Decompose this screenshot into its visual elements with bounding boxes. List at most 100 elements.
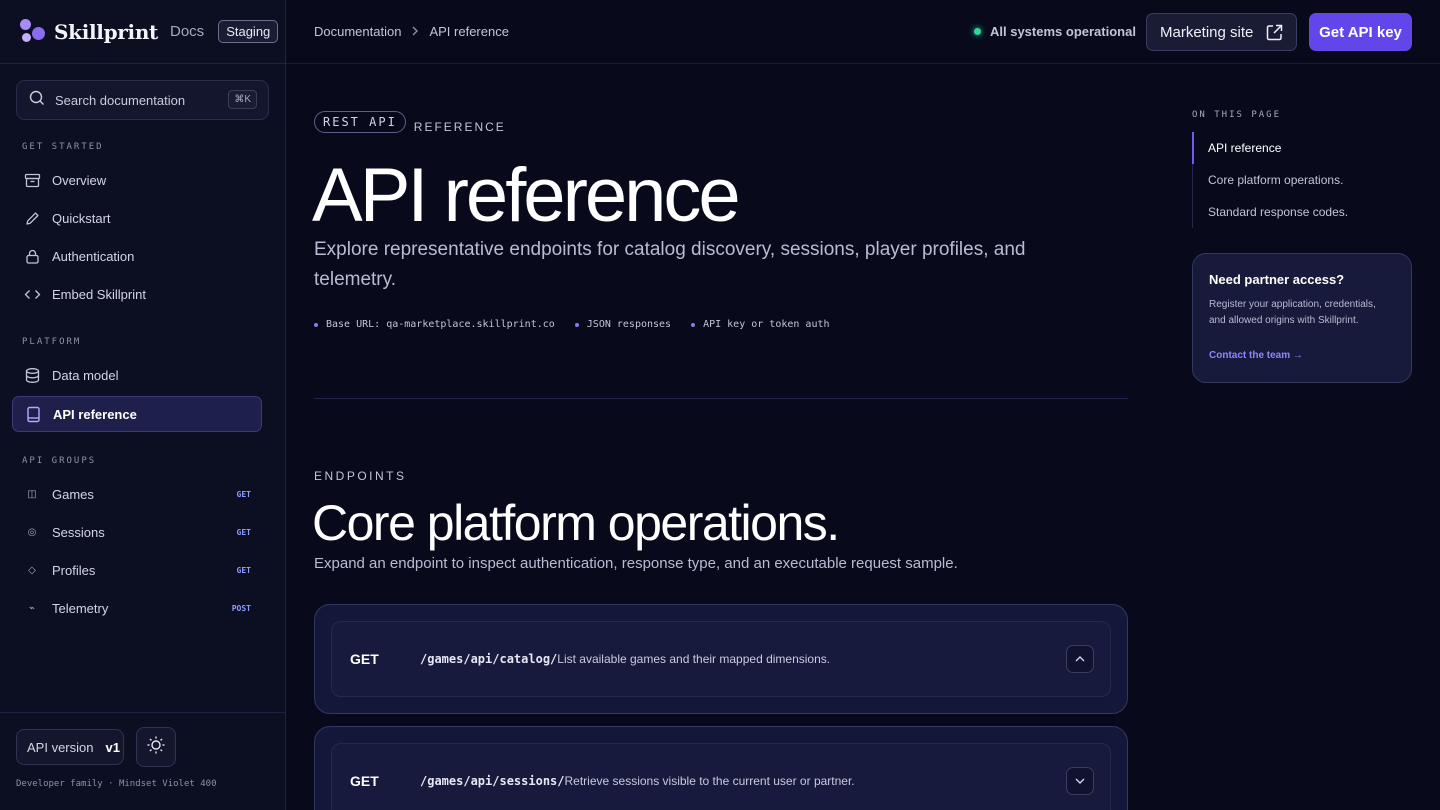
endpoints-title: Core platform operations. bbox=[312, 495, 840, 551]
sidebar-item-label: Sessions bbox=[52, 524, 105, 540]
expand-endpoint-button[interactable] bbox=[1066, 767, 1094, 795]
pencil-icon bbox=[23, 209, 41, 227]
endpoints-eyebrow: ENDPOINTS bbox=[314, 469, 407, 483]
brand-docs-label: Docs bbox=[170, 23, 205, 40]
lock-icon bbox=[23, 247, 41, 265]
page-lead: Explore representative endpoints for cat… bbox=[314, 239, 1026, 290]
sidebar-item-telemetry[interactable]: ⌁ Telemetry POST bbox=[12, 590, 262, 626]
sidebar-item-label: Data model bbox=[52, 367, 119, 383]
endpoint-path: /games/api/catalog/ bbox=[420, 652, 558, 666]
sidebar-item-label: Games bbox=[52, 486, 94, 502]
sidebar-item-data-model[interactable]: Data model bbox=[12, 357, 262, 393]
breadcrumb-api-reference: API reference bbox=[429, 24, 509, 39]
collapse-endpoint-button[interactable] bbox=[1066, 645, 1094, 673]
brand-name[interactable]: Skillprint bbox=[54, 20, 158, 44]
skillprint-logo-icon[interactable] bbox=[20, 18, 46, 45]
sidebar-item-label: Profiles bbox=[52, 562, 96, 578]
sidebar-item-label: API reference bbox=[53, 406, 137, 422]
toc-item-response-codes[interactable]: Standard response codes. bbox=[1193, 196, 1412, 228]
archive-icon bbox=[23, 171, 41, 189]
endpoint-method: GET bbox=[350, 651, 379, 667]
sun-icon bbox=[146, 735, 166, 760]
search-icon bbox=[29, 90, 45, 111]
code-icon bbox=[23, 285, 41, 303]
sidebar-item-authentication[interactable]: Authentication bbox=[12, 238, 262, 274]
sidebar-item-label: Telemetry bbox=[52, 600, 109, 616]
external-link-icon bbox=[1265, 23, 1284, 46]
endpoint-card: GET /games/api/sessions/ Retrieve sessio… bbox=[314, 726, 1128, 810]
chevron-down-icon bbox=[1075, 772, 1085, 790]
meta-auth: API key or token auth bbox=[691, 319, 829, 330]
database-icon bbox=[23, 366, 41, 384]
sidebar-item-label: Embed Skillprint bbox=[52, 286, 146, 302]
sidebar-item-label: Quickstart bbox=[52, 210, 111, 226]
partner-title: Need partner access? bbox=[1209, 272, 1345, 287]
get-api-key-button[interactable]: Get API key bbox=[1309, 13, 1412, 51]
search-shortcut-badge: ⌘K bbox=[228, 90, 257, 109]
sidebar-item-api-reference[interactable]: API reference bbox=[12, 396, 262, 432]
marketing-site-button[interactable]: Marketing site bbox=[1146, 13, 1297, 51]
status-dot-icon bbox=[974, 28, 981, 35]
endpoint-summary: /games/api/catalog/ List available games… bbox=[420, 652, 830, 666]
partner-access-card: Need partner access? Register your appli… bbox=[1192, 253, 1412, 383]
sidebar-item-label: Overview bbox=[52, 172, 107, 188]
sidebar-item-overview[interactable]: Overview bbox=[12, 162, 262, 198]
sidebar-item-games[interactable]: ◫ Games GET bbox=[12, 476, 262, 512]
endpoint-method: GET bbox=[350, 773, 379, 789]
section-divider bbox=[314, 398, 1128, 399]
meta-base-url: Base URL: qa-marketplace.skillprint.co bbox=[314, 319, 555, 330]
endpoint-card: GET /games/api/catalog/ List available g… bbox=[314, 604, 1128, 714]
breadcrumb: Documentation API reference bbox=[314, 24, 509, 39]
partner-body: Register your application, credentials, … bbox=[1209, 299, 1376, 326]
contact-team-link[interactable]: Contact the team → bbox=[1209, 350, 1303, 361]
system-status[interactable]: All systems operational bbox=[974, 24, 1136, 39]
meta-response-format: JSON responses bbox=[575, 319, 671, 330]
marketing-site-label: Marketing site bbox=[1160, 23, 1254, 41]
api-version-selector[interactable]: API version v1 bbox=[16, 729, 124, 765]
endpoint-summary: /games/api/sessions/ Retrieve sessions v… bbox=[420, 774, 855, 788]
endpoint-header[interactable]: GET /games/api/catalog/ List available g… bbox=[331, 621, 1111, 697]
toc-item-api-reference[interactable]: API reference bbox=[1192, 132, 1412, 164]
status-text: All systems operational bbox=[990, 24, 1136, 39]
search-placeholder: Search documentation bbox=[55, 92, 186, 108]
sidebar-item-embed[interactable]: Embed Skillprint bbox=[12, 276, 262, 312]
endpoints-subtitle: Expand an endpoint to inspect authentica… bbox=[314, 555, 958, 572]
brand-bar: Skillprint Docs Staging bbox=[0, 0, 286, 64]
api-version-value: v1 bbox=[105, 739, 120, 755]
endpoint-path: /games/api/sessions/ bbox=[420, 774, 565, 788]
diamond-icon: ◇ bbox=[28, 564, 36, 576]
environment-badge: Staging bbox=[218, 20, 279, 43]
toc-label: ON THIS PAGE bbox=[1192, 110, 1282, 120]
sidebar-item-quickstart[interactable]: Quickstart bbox=[12, 200, 262, 236]
search-input[interactable]: Search documentation ⌘K bbox=[16, 80, 269, 120]
top-bar: Documentation API reference All systems … bbox=[286, 0, 1440, 64]
section-label-platform: PLATFORM bbox=[22, 337, 82, 347]
target-icon: ◎ bbox=[27, 526, 37, 538]
api-version-label: API version bbox=[27, 739, 94, 755]
endpoint-header[interactable]: GET /games/api/sessions/ Retrieve sessio… bbox=[331, 743, 1111, 810]
method-badge: GET bbox=[236, 489, 251, 499]
api-meta-list: Base URL: qa-marketplace.skillprint.co J… bbox=[314, 319, 850, 330]
table-of-contents: API reference Core platform operations. … bbox=[1192, 132, 1412, 228]
signal-icon: ⌁ bbox=[28, 602, 36, 614]
endpoint-description: List available games and their mapped di… bbox=[557, 652, 831, 666]
section-label-api-groups: API GROUPS bbox=[22, 456, 97, 466]
breadcrumb-documentation[interactable]: Documentation bbox=[314, 24, 401, 39]
page-title: API reference bbox=[312, 153, 741, 238]
rest-api-pill: REST API bbox=[314, 111, 406, 133]
section-label-get-started: GET STARTED bbox=[22, 142, 104, 152]
method-badge: GET bbox=[236, 565, 251, 575]
sidebar-item-label: Authentication bbox=[52, 248, 135, 264]
theme-toggle-button[interactable] bbox=[136, 727, 176, 767]
chevron-right-icon bbox=[411, 25, 419, 39]
book-icon bbox=[24, 405, 42, 423]
method-badge: POST bbox=[231, 603, 251, 613]
endpoint-description: Retrieve sessions visible to the current… bbox=[564, 774, 855, 788]
toc-item-core-platform[interactable]: Core platform operations. bbox=[1193, 164, 1412, 196]
footer-note: Developer family · Mindset Violet 400 bbox=[16, 779, 217, 789]
sidebar-item-profiles[interactable]: ◇ Profiles GET bbox=[12, 552, 262, 588]
method-badge: GET bbox=[236, 527, 251, 537]
grid-icon: ◫ bbox=[27, 488, 37, 500]
sidebar-item-sessions[interactable]: ◎ Sessions GET bbox=[12, 514, 262, 550]
sidebar: Skillprint Docs Staging Search documenta… bbox=[0, 0, 286, 810]
